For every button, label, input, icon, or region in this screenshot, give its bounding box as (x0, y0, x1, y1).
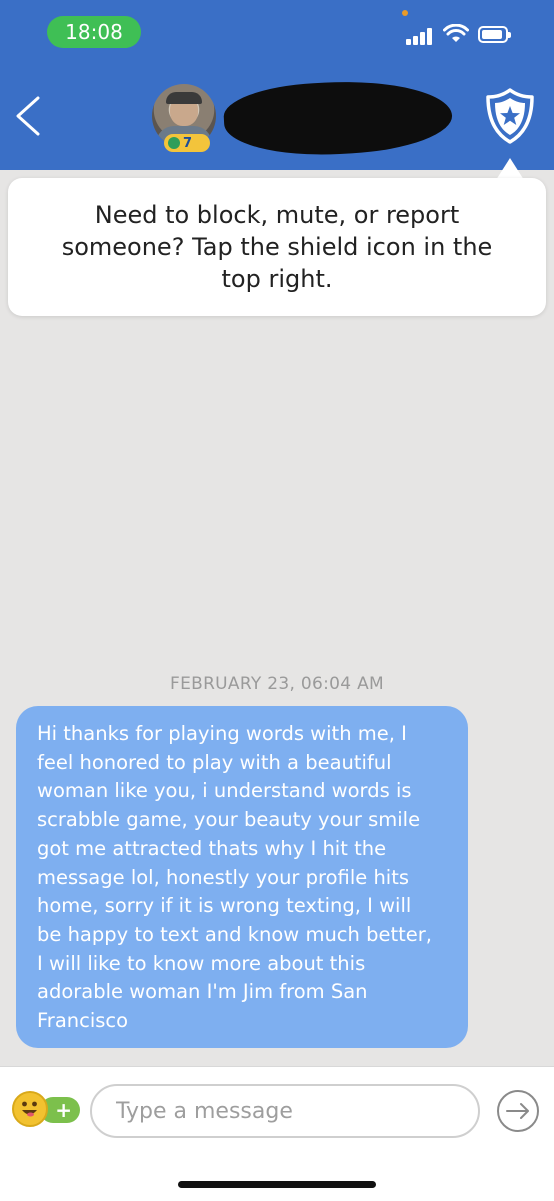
battery-icon (478, 26, 511, 43)
send-arrow-icon (497, 1090, 539, 1132)
tooltip-arrow (496, 158, 524, 180)
safety-tooltip[interactable]: Need to block, mute, or report someone? … (8, 178, 546, 316)
back-button[interactable] (10, 94, 46, 138)
redacted-username (222, 76, 454, 160)
status-time: 18:08 (47, 16, 141, 48)
cellular-signal-icon (406, 27, 434, 45)
emoji-button[interactable]: + (12, 1087, 80, 1131)
chat-header: 18:08 7 (0, 0, 554, 170)
level-badge: 7 (164, 134, 210, 152)
privacy-indicator-dot (402, 10, 408, 16)
chevron-left-icon (16, 96, 40, 136)
wifi-icon (443, 24, 469, 42)
message-input[interactable] (90, 1084, 480, 1138)
level-icon (168, 137, 180, 149)
home-indicator (178, 1181, 376, 1188)
message-bubble[interactable]: Hi thanks for playing words with me, I f… (16, 706, 468, 1048)
shield-button[interactable] (484, 86, 536, 146)
level-number: 7 (183, 135, 193, 151)
send-button[interactable] (496, 1089, 540, 1133)
shield-star-icon (486, 88, 534, 144)
message-date-label: FEBRUARY 23, 06:04 AM (169, 674, 384, 694)
message-text: Hi thanks for playing words with me, I f… (37, 722, 432, 1033)
tooltip-text: Need to block, mute, or report someone? … (61, 201, 493, 293)
emoji-icon (12, 1091, 48, 1127)
